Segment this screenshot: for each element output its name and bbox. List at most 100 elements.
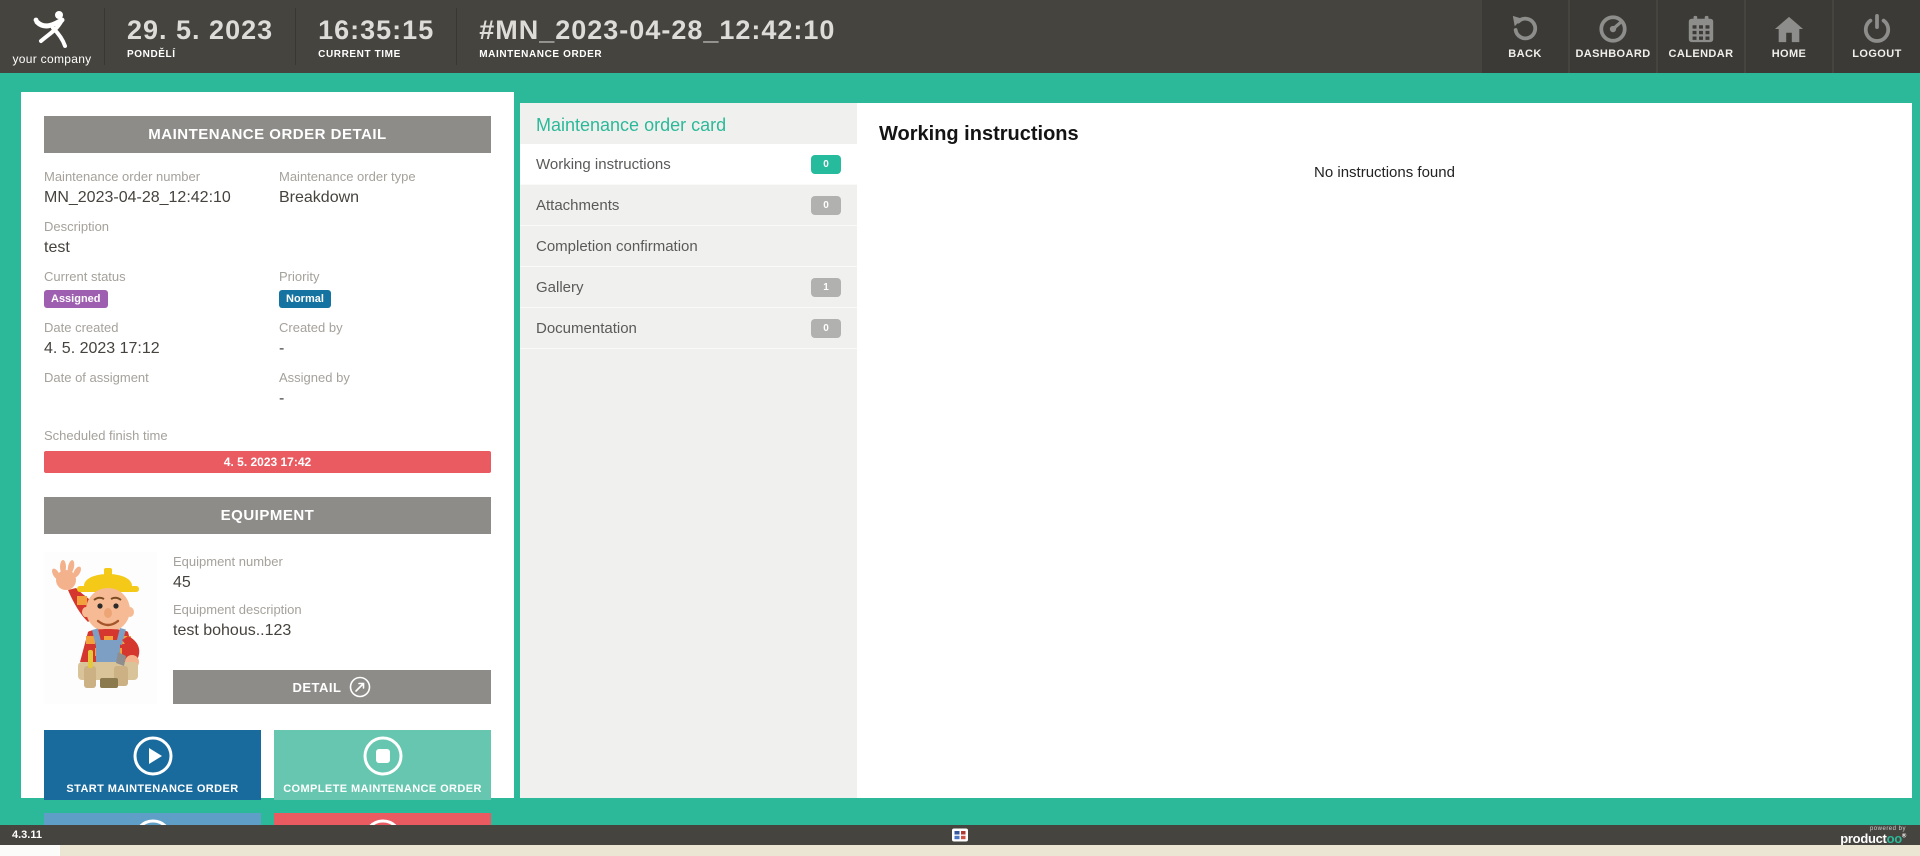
scheduled-finish-bar: 4. 5. 2023 17:42	[44, 451, 491, 473]
action-label: START MAINTENANCE ORDER	[66, 783, 238, 795]
grid-toggle-icon[interactable]	[952, 828, 969, 842]
field-value: Breakdown	[279, 189, 491, 207]
equipment-number-label: Equipment number	[173, 554, 491, 569]
equipment-detail-button[interactable]: DETAIL	[173, 670, 491, 704]
field-label: Maintenance order type	[279, 169, 491, 184]
home-icon	[1774, 14, 1804, 44]
field-value: -	[279, 390, 491, 408]
order-block: #MN_2023-04-28_12:42:10 MAINTENANCE ORDE…	[457, 0, 1482, 73]
complete-maintenance-order-button[interactable]: COMPLETE MAINTENANCE ORDER	[274, 730, 491, 800]
tab-count-badge: 0	[811, 196, 841, 215]
order-number: #MN_2023-04-28_12:42:10	[479, 15, 1460, 45]
productoo-logo: powered by productoo®	[1840, 826, 1906, 845]
top-navigation: BACK DASHBOARD CALENDAR	[1482, 0, 1920, 73]
field-order-number: Maintenance order number MN_2023-04-28_1…	[44, 169, 259, 207]
field-label: Maintenance order number	[44, 169, 259, 184]
tab-completion-confirmation[interactable]: Completion confirmation	[520, 226, 857, 267]
calendar-label: CALENDAR	[1669, 48, 1734, 60]
equipment-description: test bohous..123	[173, 622, 491, 640]
maintenance-order-detail-panel: MAINTENANCE ORDER DETAIL Maintenance ord…	[21, 92, 514, 798]
logout-icon	[1862, 14, 1892, 44]
priority-badge: Normal	[279, 290, 331, 308]
tab-content-panel: Working instructions No instructions fou…	[857, 103, 1912, 798]
external-link-icon	[349, 676, 371, 698]
equipment-photo	[44, 552, 157, 704]
stop-icon	[362, 735, 404, 777]
order-card-tabs: Maintenance order card Working instructi…	[520, 103, 857, 798]
dashboard-icon	[1598, 14, 1628, 44]
home-button[interactable]: HOME	[1746, 0, 1832, 73]
field-current-status: Current status Assigned	[44, 269, 259, 308]
time-block: 16:35:15 CURRENT TIME	[296, 0, 456, 73]
equipment-section-header: EQUIPMENT	[44, 497, 491, 534]
tab-label: Working instructions	[536, 156, 671, 173]
start-maintenance-order-button[interactable]: START MAINTENANCE ORDER	[44, 730, 261, 800]
date-block: 29. 5. 2023 PONDĚLÍ	[105, 0, 295, 73]
field-value: -	[279, 340, 491, 358]
field-description: Description test	[44, 219, 491, 257]
scheduled-finish-label: Scheduled finish time	[44, 428, 491, 443]
calendar-button[interactable]: CALENDAR	[1658, 0, 1744, 73]
field-order-type: Maintenance order type Breakdown	[279, 169, 491, 207]
back-label: BACK	[1508, 48, 1541, 60]
field-value: test	[44, 239, 491, 257]
empty-state-message: No instructions found	[879, 164, 1890, 181]
logout-button[interactable]: LOGOUT	[1834, 0, 1920, 73]
tab-label: Attachments	[536, 197, 619, 214]
status-badge: Assigned	[44, 290, 108, 308]
brand-wordmark: productoo®	[1840, 832, 1906, 845]
back-icon	[1510, 14, 1540, 44]
content-title: Working instructions	[879, 123, 1890, 146]
bottom-strip-left	[0, 845, 60, 856]
tab-gallery[interactable]: Gallery 1	[520, 267, 857, 308]
back-button[interactable]: BACK	[1482, 0, 1568, 73]
current-time-label: CURRENT TIME	[318, 49, 434, 60]
equipment-description-label: Equipment description	[173, 602, 491, 617]
tab-working-instructions[interactable]: Working instructions 0	[520, 144, 857, 185]
tab-count-badge: 0	[811, 155, 841, 174]
dashboard-label: DASHBOARD	[1575, 48, 1650, 60]
tab-label: Documentation	[536, 320, 637, 337]
logout-label: LOGOUT	[1852, 48, 1901, 60]
field-value: MN_2023-04-28_12:42:10	[44, 189, 259, 207]
field-label: Current status	[44, 269, 259, 284]
equipment-block: Equipment number 45 Equipment descriptio…	[44, 552, 491, 704]
current-date: 29. 5. 2023	[127, 15, 273, 45]
company-logo-label: your company	[13, 52, 92, 66]
field-label: Description	[44, 219, 491, 234]
field-value: 4. 5. 2023 17:12	[44, 340, 259, 358]
detail-section-header: MAINTENANCE ORDER DETAIL	[44, 116, 491, 153]
status-bar: 4.3.11 powered by productoo®	[0, 825, 1920, 845]
order-number-label: MAINTENANCE ORDER	[479, 49, 1460, 60]
tab-count-badge: 1	[811, 278, 841, 297]
company-logo-icon	[29, 8, 75, 50]
detail-fields: Maintenance order number MN_2023-04-28_1…	[44, 153, 491, 424]
tab-attachments[interactable]: Attachments 0	[520, 185, 857, 226]
tab-documentation[interactable]: Documentation 0	[520, 308, 857, 349]
home-label: HOME	[1772, 48, 1807, 60]
tab-label: Gallery	[536, 279, 584, 296]
bottom-strip	[0, 845, 1920, 856]
action-label: COMPLETE MAINTENANCE ORDER	[283, 783, 482, 795]
current-time: 16:35:15	[318, 15, 434, 45]
play-icon	[132, 735, 174, 777]
maintenance-order-card: Maintenance order card Working instructi…	[520, 103, 1912, 798]
field-priority: Priority Normal	[279, 269, 491, 308]
field-assigned-by: Assigned by -	[279, 370, 491, 408]
app-version: 4.3.11	[12, 829, 42, 841]
field-label: Date created	[44, 320, 259, 335]
equipment-info: Equipment number 45 Equipment descriptio…	[173, 552, 491, 704]
field-date-created: Date created 4. 5. 2023 17:12	[44, 320, 259, 358]
dashboard-button[interactable]: DASHBOARD	[1570, 0, 1656, 73]
field-date-of-assignment: Date of assigment	[44, 370, 259, 408]
field-created-by: Created by -	[279, 320, 491, 358]
field-label: Date of assigment	[44, 370, 259, 385]
current-day: PONDĚLÍ	[127, 49, 273, 60]
tab-label: Completion confirmation	[536, 238, 698, 255]
order-card-title: Maintenance order card	[520, 103, 857, 144]
calendar-icon	[1686, 14, 1716, 44]
top-bar: your company 29. 5. 2023 PONDĚLÍ 16:35:1…	[0, 0, 1920, 73]
tab-count-badge: 0	[811, 319, 841, 338]
company-logo[interactable]: your company	[0, 0, 104, 73]
equipment-detail-label: DETAIL	[293, 680, 342, 695]
